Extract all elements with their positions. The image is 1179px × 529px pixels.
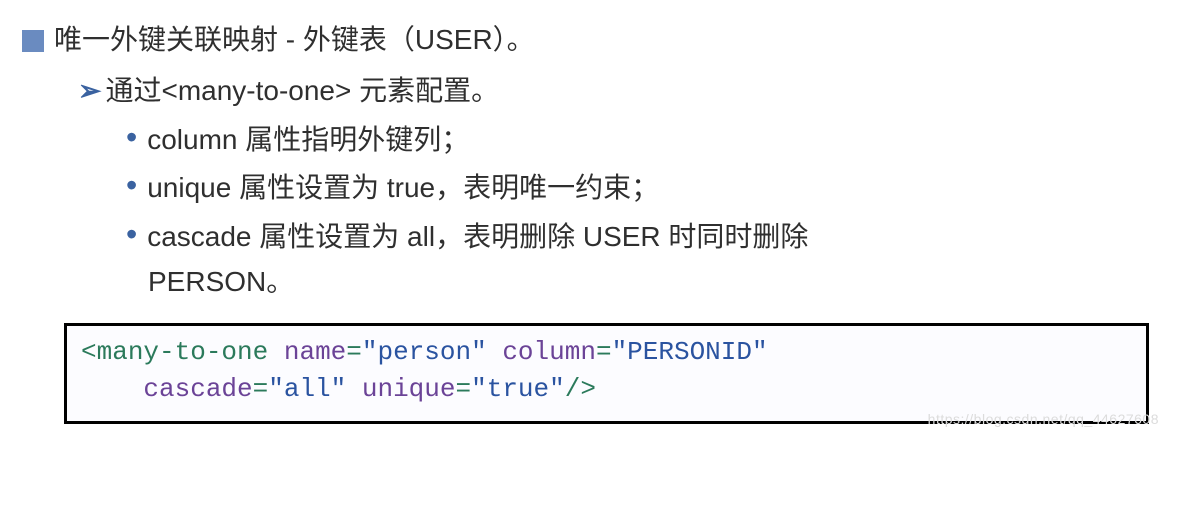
dot-bullet-icon: •	[126, 166, 137, 204]
heading-row: 唯一外键关联映射 - 外键表（USER）。	[22, 18, 1149, 63]
code-attr: unique	[362, 374, 456, 404]
bullet-text-3-cont: PERSON。	[148, 260, 294, 305]
bullet-text-3: cascade 属性设置为 all，表明删除 USER 时同时删除	[147, 215, 808, 260]
code-punct: <	[81, 337, 97, 367]
square-bullet-icon	[22, 30, 44, 52]
arrow-bullet-icon: ➢	[78, 69, 101, 114]
heading-text: 唯一外键关联映射 - 外键表（USER）。	[54, 18, 535, 63]
bullet-row-2: • unique 属性设置为 true，表明唯一约束；	[126, 166, 1149, 211]
code-punct: =	[346, 337, 362, 367]
code-punct: =	[253, 374, 269, 404]
code-attr: name	[284, 337, 346, 367]
code-attr: column	[502, 337, 596, 367]
bullet-text-2: unique 属性设置为 true，表明唯一约束；	[147, 166, 659, 211]
code-val: "person"	[362, 337, 487, 367]
code-tag: many-to-one	[97, 337, 269, 367]
bullet-text-1: column 属性指明外键列；	[147, 118, 469, 163]
code-punct: />	[565, 374, 596, 404]
code-punct: =	[596, 337, 612, 367]
code-val: "PERSONID"	[612, 337, 768, 367]
bullet-row-1: • column 属性指明外键列；	[126, 118, 1149, 163]
dot-bullet-icon: •	[126, 215, 137, 253]
subheading-row: ➢ 通过<many-to-one> 元素配置。	[78, 69, 1149, 114]
bullet-row-3-cont: PERSON。	[148, 260, 1149, 305]
watermark-text: https://blog.csdn.net/qq_44627608	[928, 408, 1159, 430]
code-val: "all"	[268, 374, 346, 404]
dot-bullet-icon: •	[126, 118, 137, 156]
code-val: "true"	[471, 374, 565, 404]
subheading-text: 通过<many-to-one> 元素配置。	[105, 69, 499, 114]
bullet-row-3: • cascade 属性设置为 all，表明删除 USER 时同时删除	[126, 215, 1149, 260]
code-attr: cascade	[143, 374, 252, 404]
code-punct: =	[456, 374, 472, 404]
